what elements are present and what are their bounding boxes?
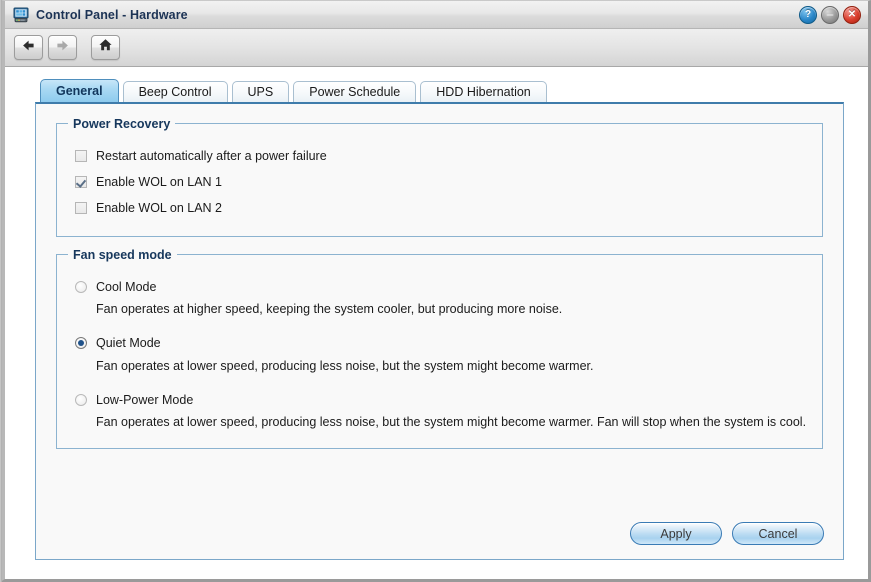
window-controls: ? ✕	[799, 6, 861, 24]
radio-low-power-mode[interactable]	[75, 393, 87, 406]
window-title: Control Panel - Hardware	[36, 7, 188, 22]
tab-general[interactable]: General	[40, 79, 119, 102]
quiet-mode-description: Fan operates at lower speed, producing l…	[96, 358, 594, 373]
tab-label: HDD Hibernation	[436, 85, 531, 99]
cool-mode-description: Fan operates at higher speed, keeping th…	[96, 302, 563, 316]
checkbox-restart-automatically[interactable]	[75, 150, 87, 162]
help-button[interactable]: ?	[799, 6, 817, 24]
cancel-button[interactable]: Cancel	[732, 522, 824, 545]
action-button-row: Apply Cancel	[630, 522, 824, 545]
option-enable-wol-lan2[interactable]: Enable WOL on LAN 2	[71, 195, 808, 221]
back-arrow-icon	[21, 39, 36, 57]
tab-label: Power Schedule	[309, 85, 401, 99]
content-panel: General Beep Control UPS Power Schedule …	[35, 79, 844, 560]
forward-arrow-icon	[55, 39, 70, 57]
tab-hdd-hibernation[interactable]: HDD Hibernation	[420, 81, 547, 102]
minimize-button[interactable]	[821, 6, 839, 24]
radio-quiet-mode[interactable]	[75, 337, 87, 349]
radio-label: Quiet Mode	[96, 336, 161, 350]
tab-panel-general: Power Recovery Restart automatically aft…	[35, 102, 844, 560]
control-panel-icon	[13, 7, 29, 23]
power-recovery-legend: Power Recovery	[68, 117, 176, 131]
tab-ups[interactable]: UPS	[231, 81, 290, 102]
checkbox-label: Enable WOL on LAN 1	[96, 175, 222, 189]
application-window: Control Panel - Hardware ? ✕ General Bee…	[0, 0, 871, 582]
fan-speed-mode-legend: Fan speed mode	[68, 248, 177, 262]
radio-label: Low-Power Mode	[96, 392, 194, 407]
forward-button[interactable]	[48, 35, 77, 60]
checkbox-label: Enable WOL on LAN 2	[96, 201, 222, 215]
radio-label: Cool Mode	[96, 279, 157, 294]
checkbox-enable-wol-lan1[interactable]	[75, 176, 87, 188]
option-low-power-mode[interactable]: Low-Power Mode	[71, 387, 808, 412]
tab-label: UPS	[247, 85, 274, 99]
home-button[interactable]	[91, 35, 120, 60]
tab-power-schedule[interactable]: Power Schedule	[293, 81, 417, 102]
option-cool-mode[interactable]: Cool Mode	[71, 274, 808, 299]
fan-speed-mode-fieldset: Fan speed mode Cool Mode Fan operates at…	[56, 248, 823, 449]
checkbox-label: Restart automatically after a power fail…	[96, 149, 327, 163]
tab-label: General	[56, 84, 103, 98]
option-enable-wol-lan1[interactable]: Enable WOL on LAN 1	[71, 169, 808, 195]
radio-cool-mode[interactable]	[75, 280, 87, 293]
title-bar: Control Panel - Hardware ? ✕	[5, 1, 868, 29]
close-button[interactable]: ✕	[843, 6, 861, 24]
tab-beep-control[interactable]: Beep Control	[122, 81, 228, 102]
navigation-toolbar	[5, 29, 868, 67]
option-quiet-mode[interactable]: Quiet Mode	[71, 331, 808, 356]
apply-button[interactable]: Apply	[630, 522, 722, 545]
tab-bar: General Beep Control UPS Power Schedule …	[35, 79, 844, 102]
power-recovery-fieldset: Power Recovery Restart automatically aft…	[56, 117, 823, 237]
home-icon	[98, 38, 113, 57]
option-restart-automatically[interactable]: Restart automatically after a power fail…	[71, 143, 808, 169]
tab-label: Beep Control	[138, 85, 212, 99]
back-button[interactable]	[14, 35, 43, 60]
checkbox-enable-wol-lan2[interactable]	[75, 202, 87, 214]
low-power-mode-description: Fan operates at lower speed, producing l…	[96, 415, 807, 429]
